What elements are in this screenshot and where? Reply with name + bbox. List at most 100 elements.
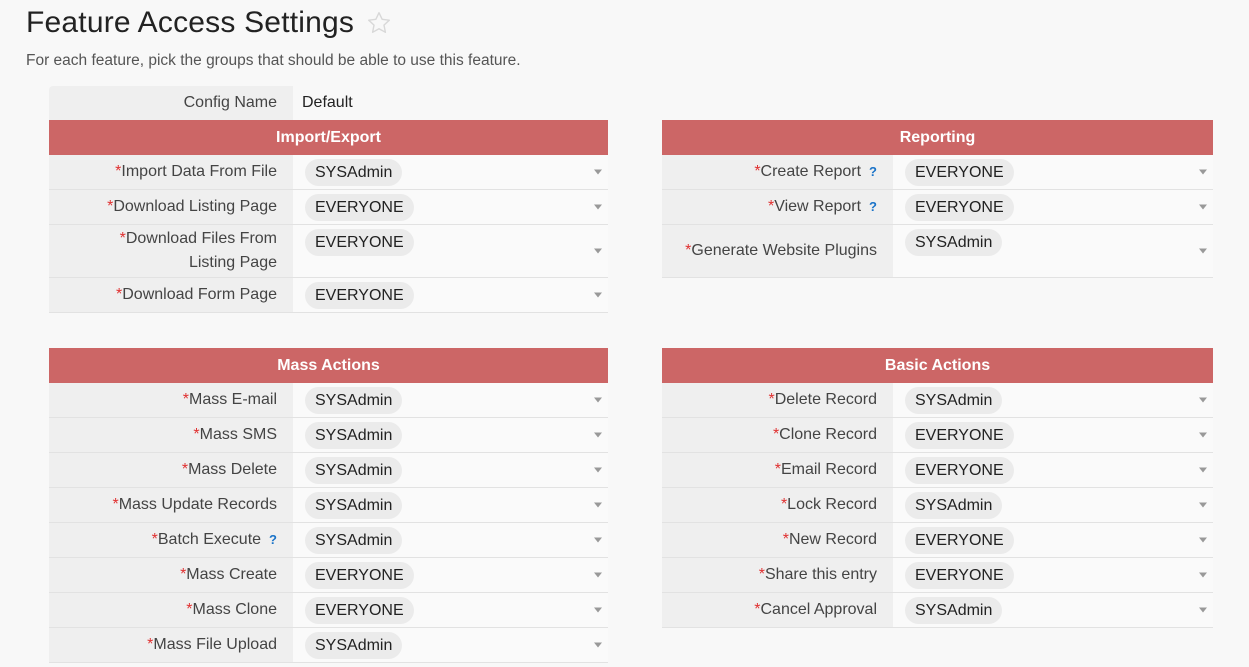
caret-down-icon[interactable]: [594, 292, 602, 298]
section-mass-actions: Mass Actions * Mass E-mail SYSAdmin * Mass…: [49, 348, 608, 663]
group-select[interactable]: EVERYONE: [293, 558, 608, 592]
group-tag: SYSAdmin: [305, 457, 403, 484]
group-tag: SYSAdmin: [305, 527, 403, 554]
group-select[interactable]: EVERYONE: [293, 190, 608, 224]
question-icon[interactable]: ?: [869, 195, 877, 219]
caret-down-icon[interactable]: [594, 169, 602, 175]
config-name-label: Config Name: [49, 86, 293, 120]
group-tag: SYSAdmin: [905, 492, 1003, 519]
group-select[interactable]: SYSAdmin: [893, 488, 1213, 522]
caret-down-icon[interactable]: [594, 467, 602, 473]
setting-label: Download Form Page: [122, 286, 277, 303]
group-select[interactable]: EVERYONE: [893, 453, 1213, 487]
group-select[interactable]: SYSAdmin: [293, 628, 608, 662]
group-select[interactable]: SYSAdmin: [293, 488, 608, 522]
group-select[interactable]: SYSAdmin: [293, 418, 608, 452]
setting-row-cancel-approval: * Cancel Approval SYSAdmin: [662, 593, 1213, 628]
group-select[interactable]: SYSAdmin: [893, 383, 1213, 417]
setting-row-generate-website-plugins: * Generate Website Plugins SYSAdmin: [662, 225, 1213, 278]
caret-down-icon[interactable]: [594, 642, 602, 648]
group-select[interactable]: EVERYONE: [293, 278, 608, 312]
setting-label: Lock Record: [787, 496, 877, 513]
caret-down-icon[interactable]: [1199, 537, 1207, 543]
caret-down-icon[interactable]: [1199, 467, 1207, 473]
group-tag: SYSAdmin: [305, 422, 403, 449]
caret-down-icon[interactable]: [594, 204, 602, 210]
setting-row-mass-file-upload: * Mass File Upload SYSAdmin: [49, 628, 608, 663]
section-import-export: Import/Export * Import Data From File SYS…: [49, 120, 608, 313]
caret-down-icon[interactable]: [594, 607, 602, 613]
caret-down-icon[interactable]: [594, 572, 602, 578]
caret-down-icon[interactable]: [1199, 572, 1207, 578]
setting-label: Email Record: [780, 461, 877, 478]
setting-row-download-files-from-listing-page: *Download Files From Listing Page EVERYO…: [49, 225, 608, 278]
section-header-import-export: Import/Export: [49, 120, 608, 155]
section-header-mass-actions: Mass Actions: [49, 348, 608, 383]
group-select[interactable]: EVERYONE: [893, 155, 1213, 189]
group-select[interactable]: SYSAdmin: [893, 225, 1213, 277]
group-select[interactable]: SYSAdmin: [293, 523, 608, 557]
group-tag: EVERYONE: [905, 527, 1014, 554]
question-icon[interactable]: ?: [869, 160, 877, 184]
caret-down-icon[interactable]: [1199, 607, 1207, 613]
setting-label: Batch Execute: [157, 531, 262, 548]
setting-label: Mass Delete: [188, 461, 277, 478]
group-select[interactable]: SYSAdmin: [293, 383, 608, 417]
page-title: Feature Access Settings: [26, 6, 392, 40]
caret-down-icon[interactable]: [594, 537, 602, 543]
group-select[interactable]: EVERYONE: [893, 418, 1213, 452]
setting-row-import-data-from-file: * Import Data From File SYSAdmin: [49, 155, 608, 190]
setting-row-clone-record: * Clone Record EVERYONE: [662, 418, 1213, 453]
group-tag: EVERYONE: [305, 562, 414, 589]
group-select[interactable]: EVERYONE: [293, 225, 608, 277]
setting-label: New Record: [788, 531, 877, 548]
group-select[interactable]: EVERYONE: [893, 523, 1213, 557]
setting-label: Create Report: [760, 163, 862, 180]
caret-down-icon[interactable]: [594, 397, 602, 403]
group-select[interactable]: SYSAdmin: [893, 593, 1213, 627]
group-select[interactable]: EVERYONE: [893, 558, 1213, 592]
group-select[interactable]: EVERYONE: [293, 593, 608, 627]
setting-label: Import Data From File: [121, 163, 277, 180]
group-select[interactable]: EVERYONE: [893, 190, 1213, 224]
setting-label-line2: Listing Page: [188, 254, 277, 271]
setting-row-create-report: * Create Report? EVERYONE: [662, 155, 1213, 190]
group-tag: EVERYONE: [905, 562, 1014, 589]
caret-down-icon[interactable]: [594, 248, 602, 254]
group-select[interactable]: SYSAdmin: [293, 155, 608, 189]
group-tag: EVERYONE: [305, 194, 414, 221]
group-tag: EVERYONE: [905, 422, 1014, 449]
page-subtitle: For each feature, pick the groups that s…: [26, 52, 521, 69]
setting-label: Mass Clone: [192, 601, 277, 618]
setting-row-batch-execute: * Batch Execute? SYSAdmin: [49, 523, 608, 558]
caret-down-icon[interactable]: [594, 432, 602, 438]
caret-down-icon[interactable]: [1199, 169, 1207, 175]
caret-down-icon[interactable]: [1199, 248, 1207, 254]
group-tag: SYSAdmin: [905, 229, 1003, 256]
setting-row-email-record: * Email Record EVERYONE: [662, 453, 1213, 488]
setting-label: Generate Website Plugins: [691, 242, 877, 259]
setting-row-mass-clone: * Mass Clone EVERYONE: [49, 593, 608, 628]
group-select[interactable]: SYSAdmin: [293, 453, 608, 487]
group-tag: EVERYONE: [305, 229, 414, 256]
setting-label: Mass E-mail: [188, 391, 277, 408]
group-tag: EVERYONE: [905, 159, 1014, 186]
caret-down-icon[interactable]: [1199, 397, 1207, 403]
config-name-row: Config Name Default: [49, 86, 608, 120]
caret-down-icon[interactable]: [1199, 432, 1207, 438]
caret-down-icon[interactable]: [594, 502, 602, 508]
setting-label: Mass Update Records: [118, 496, 277, 513]
config-name-value: Default: [293, 86, 608, 120]
group-tag: EVERYONE: [305, 597, 414, 624]
question-icon[interactable]: ?: [269, 528, 277, 552]
setting-label: Mass File Upload: [153, 636, 277, 653]
setting-label: Share this entry: [764, 566, 877, 583]
setting-row-delete-record: * Delete Record SYSAdmin: [662, 383, 1213, 418]
setting-row-lock-record: * Lock Record SYSAdmin: [662, 488, 1213, 523]
caret-down-icon[interactable]: [1199, 502, 1207, 508]
star-icon[interactable]: [366, 10, 392, 36]
section-reporting: Reporting * Create Report? EVERYONE * View…: [662, 120, 1213, 278]
setting-row-share-this-entry: * Share this entry EVERYONE: [662, 558, 1213, 593]
caret-down-icon[interactable]: [1199, 204, 1207, 210]
setting-label-line1: Download Files From: [125, 230, 277, 247]
